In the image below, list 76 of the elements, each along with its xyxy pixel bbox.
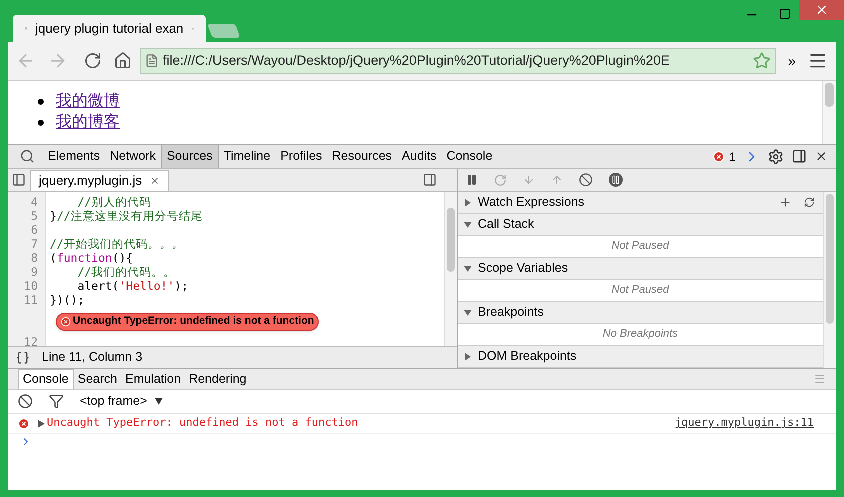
- section-header[interactable]: Scope Variables: [458, 258, 823, 280]
- empty-message: Not Paused: [612, 239, 670, 254]
- section-header[interactable]: Call Stack: [458, 214, 823, 236]
- devtools-tab[interactable]: Audits: [397, 145, 442, 168]
- devtools-tab[interactable]: Profiles: [276, 145, 328, 168]
- devtools-tab[interactable]: Elements: [43, 145, 106, 168]
- section-header[interactable]: DOM Breakpoints: [458, 346, 823, 368]
- source-link[interactable]: jquery.myplugin.js:11: [674, 415, 814, 432]
- devtools-tab[interactable]: Console: [442, 145, 498, 168]
- devtools-tab[interactable]: Network: [105, 145, 161, 168]
- close-icon[interactable]: [150, 176, 160, 186]
- drawer-tab[interactable]: Rendering: [185, 369, 251, 389]
- reload-icon[interactable]: [84, 52, 102, 70]
- deactivate-breakpoints-icon[interactable]: [579, 173, 593, 187]
- disclosure-icon[interactable]: [464, 198, 472, 206]
- bullet-icon: [38, 120, 44, 126]
- disclosure-icon[interactable]: [464, 352, 472, 360]
- page-link[interactable]: 我的博客: [56, 110, 120, 134]
- page-link[interactable]: 我的微博: [56, 90, 120, 114]
- file-tab[interactable]: jquery.myplugin.js: [30, 170, 170, 191]
- console-message: Uncaught TypeError: undefined is not a function: [47, 415, 358, 432]
- code-line: alert('Hello!');: [76, 278, 188, 295]
- disclosure-icon[interactable]: [464, 308, 472, 316]
- add-icon[interactable]: [779, 196, 792, 209]
- error-icon: [61, 317, 71, 327]
- devtools-tab[interactable]: Resources: [327, 145, 398, 168]
- close-window-button[interactable]: [799, 0, 844, 20]
- overflow-button[interactable]: »: [784, 50, 800, 72]
- maximize-icon[interactable]: [779, 8, 791, 20]
- scrollbar-thumb[interactable]: [825, 83, 834, 107]
- line-number: 12: [23, 334, 39, 346]
- code-line: //别人的代码: [76, 194, 152, 210]
- drawer-tab[interactable]: Console: [18, 369, 74, 389]
- scrollbar-thumb[interactable]: [826, 194, 834, 324]
- browser-tab[interactable]: jquery plugin tutorial exan: [13, 15, 206, 42]
- star-icon[interactable]: [753, 52, 772, 70]
- expand-icon[interactable]: [38, 420, 45, 428]
- drawer-tab[interactable]: Emulation: [121, 369, 186, 389]
- address-bar[interactable]: file:///C:/Users/Wayou/Desktop/jQuery%20Plugin%20Tutorial/jQuery%20Plugin%20E: [140, 48, 776, 74]
- section-header[interactable]: Watch Expressions: [458, 192, 823, 214]
- search-icon[interactable]: [20, 149, 35, 164]
- close-icon[interactable]: [815, 150, 828, 163]
- empty-message: No Breakpoints: [602, 327, 678, 342]
- devtools-tab[interactable]: Sources: [160, 145, 219, 168]
- empty-message: Not Paused: [612, 283, 670, 298]
- refresh-icon[interactable]: [804, 197, 815, 208]
- pause-on-exceptions-icon[interactable]: [609, 173, 623, 187]
- debugger-toggle-icon[interactable]: [423, 173, 437, 187]
- disclosure-icon[interactable]: [464, 220, 472, 228]
- drawer-tab[interactable]: Search: [74, 369, 122, 389]
- section-header[interactable]: Breakpoints: [458, 302, 823, 324]
- code-line: })();: [50, 292, 85, 310]
- error-count[interactable]: 1: [729, 148, 736, 166]
- error-icon[interactable]: [713, 150, 726, 162]
- pretty-print-icon[interactable]: [16, 350, 30, 364]
- caret-icon: [155, 398, 164, 405]
- code-line: //开始我们的代码。。。: [50, 236, 184, 253]
- settings-icon[interactable]: [768, 148, 784, 164]
- cursor-position: Line 11, Column 3: [42, 349, 143, 366]
- clear-console-icon[interactable]: [18, 394, 33, 409]
- code-line: (function(){: [50, 250, 134, 266]
- disclosure-icon[interactable]: [464, 264, 472, 272]
- scrollbar-thumb[interactable]: [447, 208, 455, 272]
- code-line: //我们的代码。。: [76, 264, 176, 281]
- bullet-icon: [38, 98, 44, 104]
- devtools-tab[interactable]: Timeline: [218, 145, 276, 168]
- filter-icon[interactable]: [49, 394, 64, 409]
- pause-icon[interactable]: [466, 174, 478, 186]
- url-text: file:///C:/Users/Wayou/Desktop/jQuery%20Plugin%20Tutorial/jQuery%20Plugin%20E: [163, 52, 671, 70]
- error-bubble: Uncaught TypeError: undefined is not a function: [56, 313, 320, 331]
- error-icon: [18, 418, 30, 430]
- home-icon[interactable]: [114, 52, 132, 70]
- dock-icon[interactable]: [792, 149, 807, 164]
- frame-dropdown[interactable]: <top frame>: [80, 392, 164, 411]
- code-line: }//注意这里没有用分号结尾: [50, 208, 203, 226]
- navigator-toggle-icon[interactable]: [12, 173, 26, 187]
